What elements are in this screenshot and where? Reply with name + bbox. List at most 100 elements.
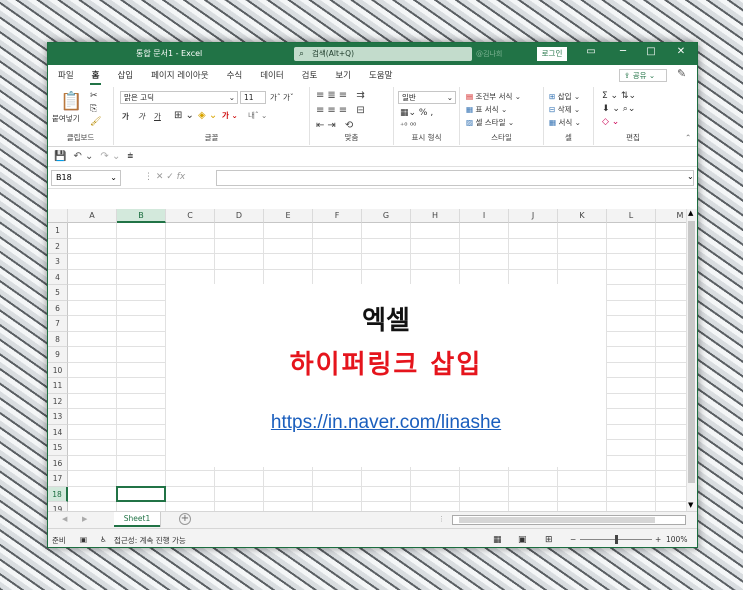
- font-size-select[interactable]: 11: [240, 91, 266, 104]
- row-header-10[interactable]: 10: [48, 362, 68, 378]
- column-header-j[interactable]: J: [509, 209, 558, 223]
- horizontal-align-icons[interactable]: ≡≡≡ ⊟: [316, 105, 368, 116]
- underline-button[interactable]: 가: [154, 111, 161, 122]
- format-cells-button[interactable]: ▦ 서식 ⌄: [549, 117, 581, 128]
- accessibility-icon[interactable]: ♿: [100, 535, 107, 544]
- row-header-18[interactable]: 18: [48, 486, 68, 502]
- insert-cells-button[interactable]: ⊞ 삽입 ⌄: [549, 91, 580, 102]
- decimal-icons[interactable]: ⁺⁰ ⁰⁰: [400, 121, 416, 130]
- increase-font-icon[interactable]: 가ˆ 가ˇ: [270, 92, 294, 103]
- format-painter-icon[interactable]: 🖌: [90, 117, 101, 127]
- customize-qat-icon[interactable]: ⩧: [127, 151, 133, 162]
- tab-formulas[interactable]: 수식: [227, 69, 243, 81]
- row-header-11[interactable]: 11: [48, 378, 68, 394]
- tab-view[interactable]: 보기: [335, 69, 351, 81]
- fill-find-icons[interactable]: ⬇ ⌄ ⌕⌄: [602, 104, 635, 114]
- row-header-9[interactable]: 9: [48, 347, 68, 363]
- row-header-8[interactable]: 8: [48, 331, 68, 347]
- page-break-view-icon[interactable]: ⊞: [545, 535, 553, 545]
- accessibility-status[interactable]: 접근성: 계속 진행 가능: [114, 535, 186, 546]
- sheet-nav-next-icon[interactable]: ▶: [82, 515, 87, 523]
- indent-icons[interactable]: ⇤⇥ ⟲: [316, 120, 356, 131]
- row-header-2[interactable]: 2: [48, 238, 68, 254]
- sheet-tab-sheet1[interactable]: Sheet1: [114, 512, 160, 527]
- row-header-17[interactable]: 17: [48, 471, 68, 487]
- scroll-up-icon[interactable]: ▲: [688, 209, 693, 217]
- column-header-b[interactable]: B: [117, 209, 166, 223]
- tab-help[interactable]: 도움말: [369, 69, 392, 81]
- borders-icon[interactable]: ⊞ ⌄: [174, 110, 194, 121]
- tab-page-layout[interactable]: 페이지 레이아웃: [151, 69, 208, 81]
- vertical-align-icons[interactable]: ≡≣≡ ⇉: [316, 90, 368, 101]
- cell-styles-button[interactable]: ▨ 셀 스타일 ⌄: [466, 117, 514, 128]
- italic-button[interactable]: 가: [138, 111, 145, 122]
- search-box[interactable]: ⌕ 검색(Alt+Q): [294, 47, 472, 61]
- horizontal-scrollbar[interactable]: [452, 515, 686, 525]
- fill-color-icon[interactable]: ◈ ⌄: [198, 110, 217, 121]
- normal-view-icon[interactable]: ▦: [493, 535, 502, 545]
- column-header-i[interactable]: I: [460, 209, 509, 223]
- page-layout-view-icon[interactable]: ▣: [518, 535, 527, 545]
- share-button[interactable]: ⇪ 공유 ⌄: [619, 69, 667, 82]
- undo-icon[interactable]: ↶ ⌄: [73, 151, 93, 162]
- column-header-l[interactable]: L: [607, 209, 656, 223]
- row-header-1[interactable]: 1: [48, 223, 68, 239]
- zoom-slider-thumb[interactable]: [615, 535, 618, 544]
- row-header-13[interactable]: 13: [48, 409, 68, 425]
- number-format-select[interactable]: 일반 ⌄: [398, 91, 456, 104]
- phonetic-icon[interactable]: 내ˆ ⌄: [248, 110, 267, 121]
- column-header-e[interactable]: E: [264, 209, 313, 223]
- delete-cells-button[interactable]: ⊟ 삭제 ⌄: [549, 104, 580, 115]
- row-header-14[interactable]: 14: [48, 424, 68, 440]
- paste-icon[interactable]: 📋: [60, 91, 82, 112]
- table-format-button[interactable]: ▦ 표 서식 ⌄: [466, 104, 507, 115]
- expand-formula-icon[interactable]: ⌄: [687, 172, 694, 181]
- font-name-select[interactable]: 맑은 고딕 ⌄: [120, 91, 238, 104]
- collapse-ribbon-icon[interactable]: ⌃: [685, 133, 691, 142]
- add-sheet-button[interactable]: +: [179, 513, 191, 525]
- row-header-12[interactable]: 12: [48, 393, 68, 409]
- row-header-4[interactable]: 4: [48, 269, 68, 285]
- tab-home[interactable]: 홈: [89, 69, 102, 85]
- tab-file[interactable]: 파일: [58, 69, 74, 81]
- ribbon-display-icon[interactable]: ▭: [583, 46, 599, 57]
- zoom-in-button[interactable]: +: [655, 535, 661, 544]
- currency-percent-comma-icons[interactable]: ▦⌄ % ,: [400, 108, 433, 118]
- select-all-corner[interactable]: [48, 209, 68, 223]
- selected-cell[interactable]: [116, 485, 166, 502]
- column-header-d[interactable]: D: [215, 209, 264, 223]
- row-header-3[interactable]: 3: [48, 254, 68, 270]
- paste-label[interactable]: 붙여넣기: [52, 113, 80, 124]
- macro-record-icon[interactable]: ▣: [80, 535, 87, 544]
- restore-button[interactable]: □: [643, 46, 659, 57]
- zoom-slider[interactable]: [580, 535, 652, 544]
- signin-button[interactable]: 로그인: [537, 47, 567, 61]
- zoom-level[interactable]: 100%: [666, 535, 687, 544]
- row-header-5[interactable]: 5: [48, 285, 68, 301]
- row-header-7[interactable]: 7: [48, 316, 68, 332]
- tab-data[interactable]: 데이터: [260, 69, 283, 81]
- card-link[interactable]: https://in.naver.com/linashe: [166, 412, 606, 434]
- formula-input[interactable]: [216, 170, 694, 186]
- horizontal-scroll-thumb[interactable]: [459, 517, 655, 523]
- column-header-h[interactable]: H: [411, 209, 460, 223]
- cut-icon[interactable]: ✂: [90, 91, 98, 101]
- formula-buttons[interactable]: ⋮ ✕ ✓ fx: [144, 172, 185, 182]
- comments-icon[interactable]: ✎: [677, 67, 686, 80]
- vertical-scrollbar[interactable]: ▲ ▼: [686, 209, 697, 511]
- autosum-sort-icons[interactable]: Σ ⌄ ⇅⌄: [602, 91, 636, 101]
- scroll-down-icon[interactable]: ▼: [688, 501, 693, 509]
- row-header-15[interactable]: 15: [48, 440, 68, 456]
- minimize-button[interactable]: ─: [615, 46, 631, 57]
- zoom-out-button[interactable]: −: [570, 535, 576, 544]
- column-header-k[interactable]: K: [558, 209, 607, 223]
- name-box[interactable]: B18 ⌄: [51, 170, 121, 186]
- sheet-nav-prev-icon[interactable]: ◀: [62, 515, 67, 523]
- close-button[interactable]: ✕: [673, 46, 689, 57]
- scroll-thumb[interactable]: [688, 221, 695, 483]
- row-header-16[interactable]: 16: [48, 455, 68, 471]
- tab-insert[interactable]: 삽입: [117, 69, 133, 81]
- column-header-g[interactable]: G: [362, 209, 411, 223]
- clear-icon[interactable]: ◇ ⌄: [602, 117, 619, 127]
- save-icon[interactable]: 💾: [54, 151, 66, 162]
